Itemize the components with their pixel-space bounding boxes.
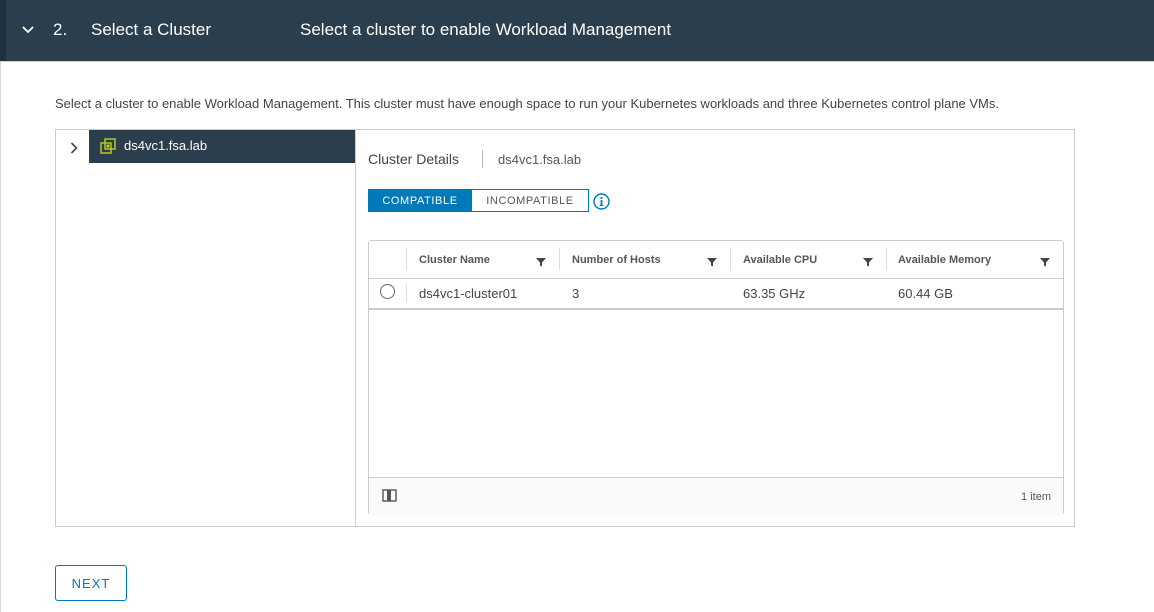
- inventory-tree: ds4vc1.fsa.lab: [56, 130, 356, 526]
- cell-available-cpu: 63.35 GHz: [743, 286, 806, 301]
- chevron-right-icon[interactable]: [64, 138, 84, 158]
- step-description: Select a cluster to enable Workload Mana…: [55, 96, 999, 111]
- vcenter-icon: [100, 138, 116, 154]
- table-row[interactable]: ds4vc1-cluster01 3 63.35 GHz 60.44 GB: [369, 279, 1063, 309]
- cluster-details-panel: Cluster Details ds4vc1.fsa.lab COMPATIBL…: [356, 130, 1074, 526]
- grid-header: Cluster Name Number of Hosts Available C…: [369, 241, 1063, 279]
- column-separator: [886, 248, 887, 270]
- cluster-details-vcenter: ds4vc1.fsa.lab: [498, 152, 582, 167]
- cell-available-memory: 60.44 GB: [898, 286, 953, 301]
- column-separator: [559, 248, 560, 270]
- grid-footer: 1 item: [369, 477, 1063, 515]
- column-separator: [406, 284, 407, 302]
- filter-icon[interactable]: [862, 255, 874, 267]
- next-button[interactable]: NEXT: [55, 565, 127, 601]
- step-header: 2. Select a Cluster Select a cluster to …: [0, 0, 1154, 61]
- compatible-button[interactable]: COMPATIBLE: [368, 189, 472, 212]
- column-header-cluster-name[interactable]: Cluster Name: [419, 241, 490, 278]
- chevron-down-icon[interactable]: [18, 20, 38, 40]
- header-left-edge: [0, 0, 6, 61]
- cell-cluster-name: ds4vc1-cluster01: [419, 286, 518, 301]
- column-header-available-cpu[interactable]: Available CPU: [743, 241, 817, 278]
- column-header-available-memory[interactable]: Available Memory: [898, 241, 991, 278]
- step-title: Select a Cluster: [91, 20, 211, 39]
- tree-node-vcenter[interactable]: ds4vc1.fsa.lab: [89, 130, 355, 163]
- details-separator: [482, 150, 483, 168]
- page-left-border: [0, 62, 1, 612]
- column-toggle-icon[interactable]: [382, 489, 398, 503]
- step-subtitle: Select a cluster to enable Workload Mana…: [300, 20, 672, 39]
- incompatible-button[interactable]: INCOMPATIBLE: [472, 189, 589, 212]
- cluster-selection-panel: ds4vc1.fsa.lab Cluster Details ds4vc1.fs…: [55, 129, 1075, 527]
- cluster-grid: Cluster Name Number of Hosts Available C…: [368, 240, 1064, 515]
- header-divider: [0, 61, 1154, 62]
- cluster-details-title: Cluster Details: [368, 151, 460, 167]
- column-separator: [730, 248, 731, 270]
- column-header-number-of-hosts[interactable]: Number of Hosts: [572, 241, 661, 278]
- filter-icon[interactable]: [1039, 255, 1051, 267]
- info-icon[interactable]: [593, 193, 610, 210]
- column-separator: [406, 248, 407, 270]
- filter-icon[interactable]: [535, 255, 547, 267]
- compatibility-toggle: COMPATIBLE INCOMPATIBLE: [368, 189, 589, 212]
- row-select-radio[interactable]: [380, 284, 395, 299]
- tree-node-label: ds4vc1.fsa.lab: [124, 138, 208, 153]
- filter-icon[interactable]: [706, 255, 718, 267]
- step-number: 2.: [53, 20, 68, 39]
- cell-number-of-hosts: 3: [572, 286, 580, 301]
- item-count: 1 item: [1021, 491, 1051, 503]
- rows-divider: [369, 308, 1063, 310]
